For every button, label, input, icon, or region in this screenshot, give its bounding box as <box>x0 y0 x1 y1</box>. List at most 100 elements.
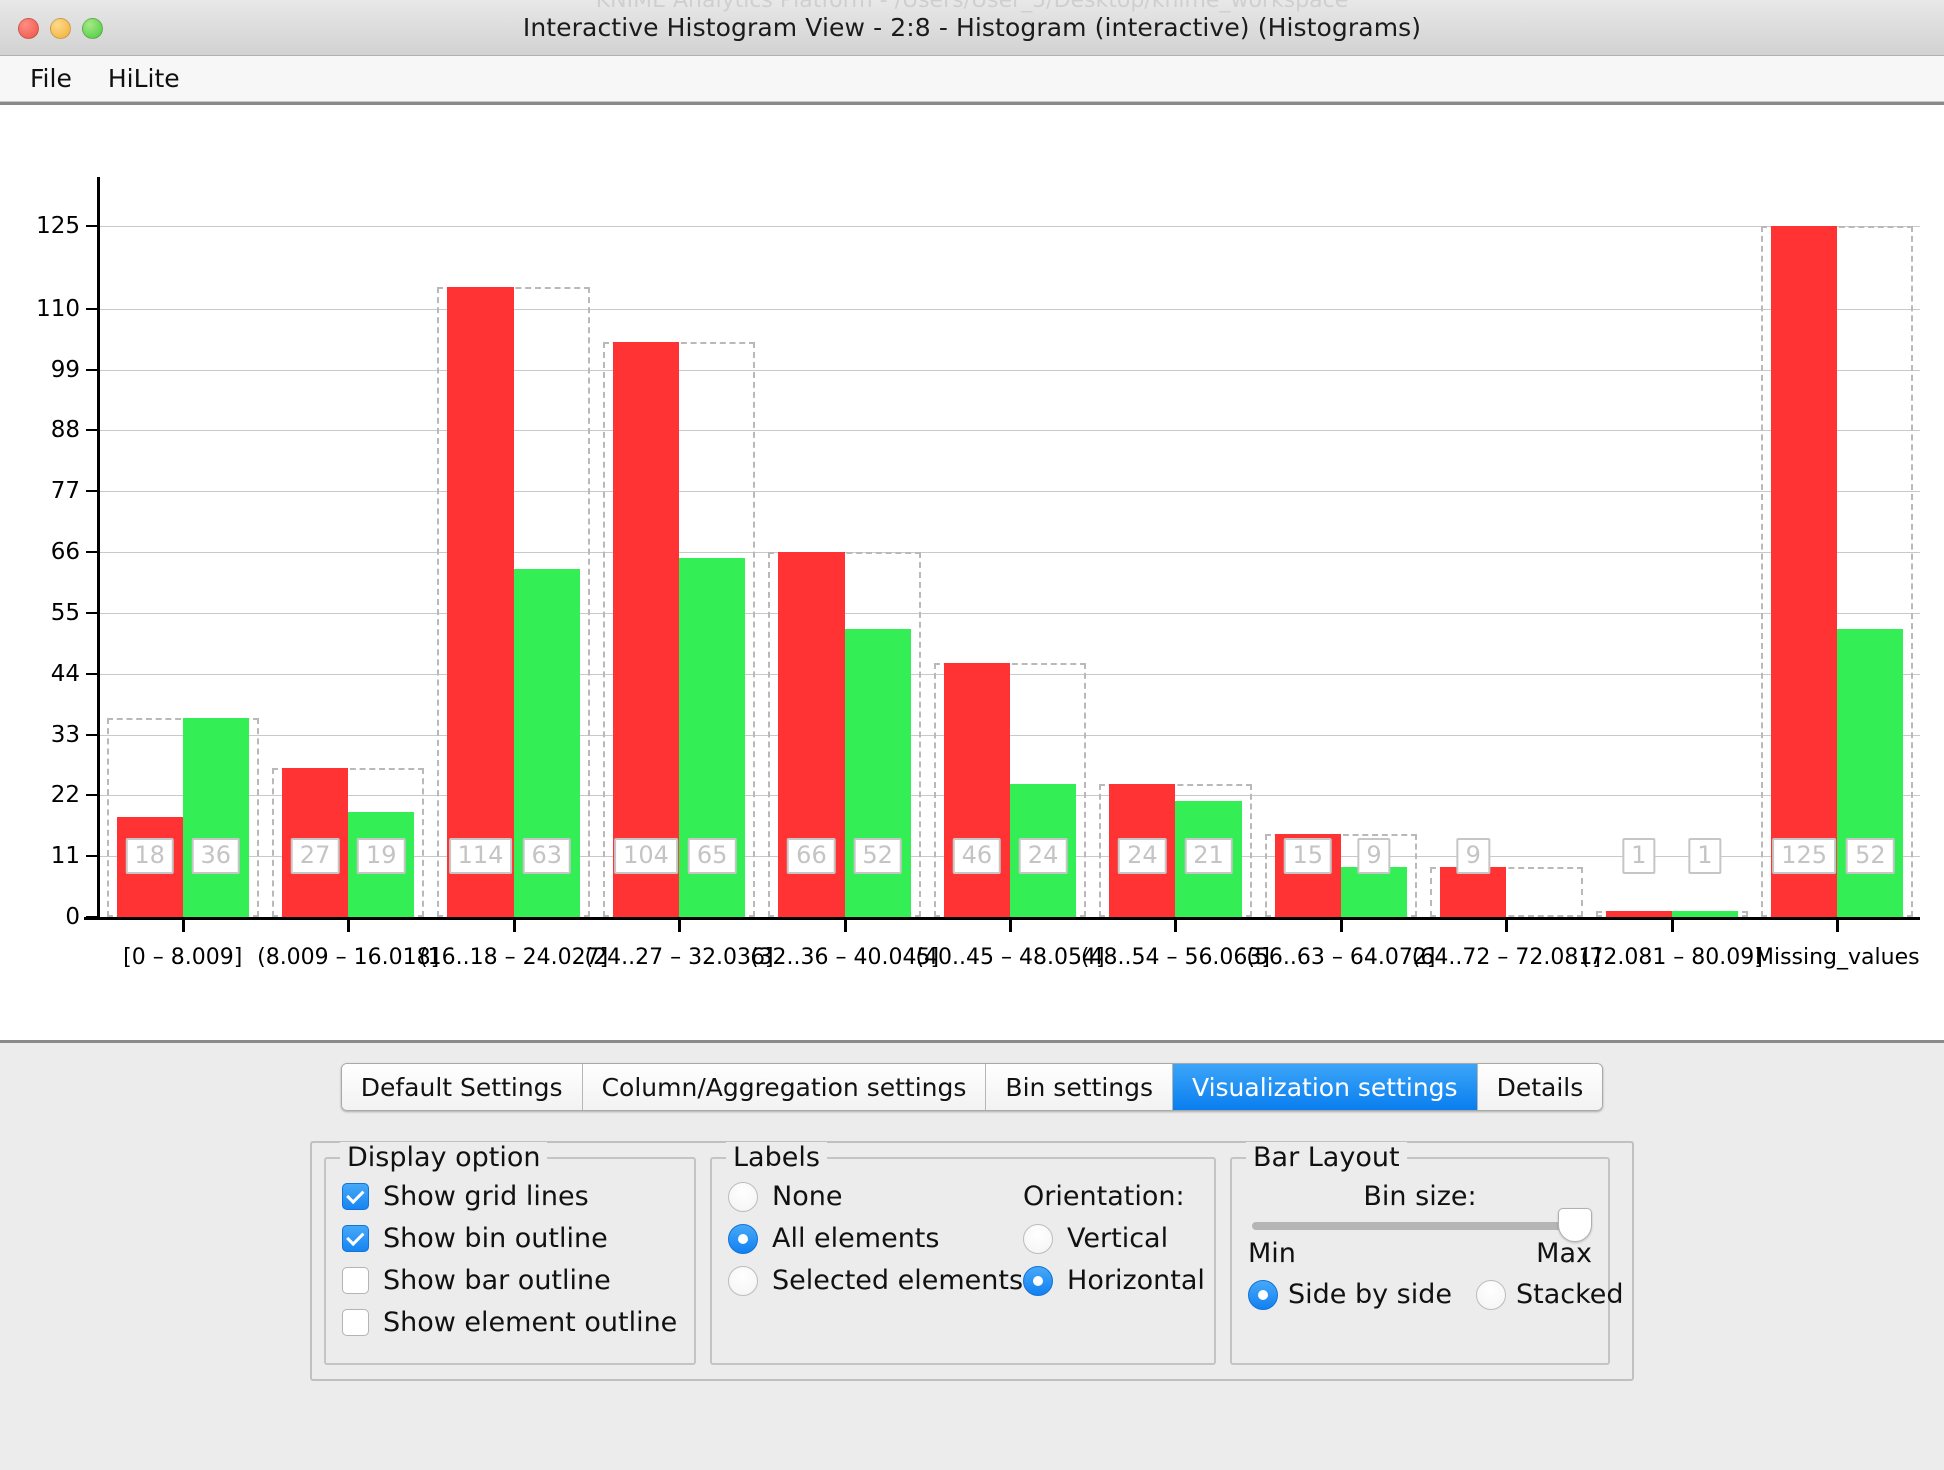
x-axis-tick-label: Missing_values <box>1754 945 1920 970</box>
gridline <box>100 552 1920 553</box>
tab-visualization-settings[interactable]: Visualization settings <box>1173 1064 1478 1110</box>
labels-radio-column: None All elements Selected elements <box>728 1181 1023 1296</box>
checkbox-row-show-element-outline[interactable]: Show element outline <box>342 1307 678 1338</box>
gridline <box>100 225 1920 227</box>
y-axis-tick-label: 55 <box>50 599 80 626</box>
gridline <box>100 369 1920 371</box>
radio-row-orientation-vertical[interactable]: Vertical <box>1023 1223 1205 1254</box>
radio-side-by-side[interactable] <box>1248 1279 1278 1310</box>
label-orientation-horizontal: Horizontal <box>1067 1265 1205 1296</box>
minimize-button[interactable] <box>50 17 71 39</box>
label-labels-all-elements: All elements <box>772 1223 940 1254</box>
histogram-bar-green[interactable] <box>182 717 249 917</box>
gridline <box>100 308 1920 310</box>
x-axis-tick <box>1174 920 1178 932</box>
radio-labels-all-elements[interactable] <box>728 1223 758 1254</box>
checkbox-show-bin-outline[interactable] <box>342 1225 369 1252</box>
histogram-bar-red[interactable] <box>1771 225 1838 917</box>
histogram-bar-red[interactable] <box>1605 911 1672 917</box>
orientation-title-row: Orientation: <box>1023 1181 1205 1212</box>
bar-layout-legend: Bar Layout <box>1246 1142 1407 1173</box>
histogram-bar-green[interactable] <box>1671 911 1738 917</box>
radio-orientation-horizontal[interactable] <box>1023 1265 1054 1296</box>
y-axis-tick-label: 110 <box>36 295 80 322</box>
menu-hilite[interactable]: HiLite <box>94 62 194 95</box>
histogram-bar-red[interactable] <box>1440 867 1507 917</box>
bin-size-slider-thumb[interactable] <box>1558 1208 1592 1242</box>
x-axis-tick <box>181 920 185 932</box>
checkbox-show-bar-outline[interactable] <box>342 1267 369 1294</box>
checkbox-row-show-bin-outline[interactable]: Show bin outline <box>342 1223 678 1254</box>
x-axis-tick <box>1836 920 1840 932</box>
y-axis-tick-label: 125 <box>36 212 80 239</box>
bar-value-label-green: 36 <box>191 838 241 875</box>
y-axis-tick-label: 77 <box>50 478 80 505</box>
menu-file[interactable]: File <box>16 62 86 95</box>
y-axis-tick-label: 66 <box>50 539 80 565</box>
label-labels-selected-elements: Selected elements <box>772 1265 1024 1296</box>
histogram-bar-red[interactable] <box>612 341 680 917</box>
close-button[interactable] <box>18 17 39 39</box>
x-axis-line <box>84 917 1920 920</box>
radio-row-labels-none[interactable]: None <box>728 1181 1023 1212</box>
radio-stacked[interactable] <box>1476 1279 1506 1310</box>
radio-row-orientation-horizontal[interactable]: Horizontal <box>1023 1265 1205 1296</box>
bar-value-label-red: 18 <box>125 838 174 875</box>
maximize-button[interactable] <box>82 17 103 39</box>
checkbox-show-grid-lines[interactable] <box>342 1183 369 1210</box>
x-axis-tick-label: (64..72 – 72.081] <box>1411 945 1601 970</box>
checkbox-row-show-bar-outline[interactable]: Show bar outline <box>342 1265 678 1296</box>
radio-orientation-vertical[interactable] <box>1023 1223 1054 1254</box>
bar-value-label-green: 24 <box>1018 838 1068 875</box>
bar-value-label-red: 125 <box>1772 838 1837 875</box>
checkbox-show-element-outline[interactable] <box>342 1309 369 1336</box>
slider-range-labels: Min Max <box>1248 1238 1592 1269</box>
labels-group: Labels None All elements Selected elemen… <box>710 1142 1216 1365</box>
bar-value-label-green: 9 <box>1357 838 1391 875</box>
y-axis-tick-label: 0 <box>65 904 80 930</box>
x-axis-tick-label: [0 – 8.009] <box>123 945 243 970</box>
histogram-bar-red[interactable] <box>943 662 1010 917</box>
bar-value-label-green: 52 <box>1846 838 1895 875</box>
x-axis-tick <box>1339 920 1343 932</box>
bin-size-slider[interactable] <box>1252 1208 1592 1242</box>
bar-value-label-red: 15 <box>1283 838 1333 875</box>
radio-row-labels-all-elements[interactable]: All elements <box>728 1223 1023 1254</box>
checkbox-row-show-grid-lines[interactable]: Show grid lines <box>342 1181 678 1212</box>
histogram-canvas: 0 11 22 33 44 55 66 77 88 99 110 125 18 36 [0 – 8.009]… <box>0 105 1944 1040</box>
x-axis-tick-label: (32..36 – 40.045] <box>749 945 940 970</box>
bar-value-label-green: 65 <box>687 838 737 875</box>
x-axis-tick-label: (72.081 – 80.09] <box>1580 945 1763 970</box>
histogram-bar-green[interactable] <box>1340 867 1408 917</box>
gridline <box>100 673 1920 675</box>
bar-value-label-green: 21 <box>1184 838 1233 875</box>
label-show-bar-outline: Show bar outline <box>383 1265 611 1296</box>
label-show-bin-outline: Show bin outline <box>383 1223 608 1254</box>
tab-bin-settings[interactable]: Bin settings <box>986 1064 1174 1110</box>
histogram-window: KNIME Analytics Platform - /Users/User_5… <box>0 0 1944 1470</box>
bar-value-label-red: 1 <box>1622 838 1656 875</box>
gridline <box>100 734 1920 736</box>
bar-value-label-red: 9 <box>1456 838 1490 875</box>
y-axis-tick-label: 11 <box>50 843 80 870</box>
radio-labels-selected-elements[interactable] <box>728 1265 758 1296</box>
y-axis-tick-label: 44 <box>50 660 80 687</box>
slider-min-label: Min <box>1248 1238 1296 1269</box>
tab-column-aggregation-settings[interactable]: Column/Aggregation settings <box>582 1064 987 1110</box>
x-axis-tick-label: (40..45 – 48.054] <box>915 945 1105 970</box>
label-stacked: Stacked <box>1516 1279 1624 1310</box>
bar-value-label-green: 63 <box>522 838 571 875</box>
visualization-settings-panel: Display option Show grid lines Show bin … <box>310 1141 1634 1381</box>
histogram-plot-area[interactable]: 0 11 22 33 44 55 66 77 88 99 110 125 18 36 [0 – 8.009]… <box>0 102 1944 1043</box>
histogram-bar-red[interactable] <box>447 286 514 917</box>
y-axis-tick-label: 33 <box>50 721 80 748</box>
x-axis-tick <box>347 920 351 932</box>
bar-layout-radio-row: Side by side Stacked <box>1248 1279 1624 1310</box>
slider-max-label: Max <box>1536 1238 1592 1269</box>
label-labels-none: None <box>772 1181 843 1212</box>
radio-labels-none[interactable] <box>728 1181 758 1212</box>
tab-default-settings[interactable]: Default Settings <box>341 1064 583 1110</box>
tab-details[interactable]: Details <box>1477 1064 1603 1110</box>
x-axis-tick <box>512 920 516 932</box>
radio-row-labels-selected-elements[interactable]: Selected elements <box>728 1265 1023 1296</box>
